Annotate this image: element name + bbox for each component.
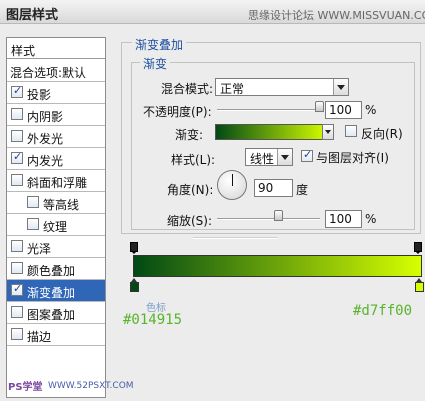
style-item[interactable]: 外发光 [7,126,105,148]
style-item-label: 描边 [27,330,52,344]
gradient-overlay-title: 渐变叠加 [132,36,187,53]
chevron-down-icon [277,149,292,165]
scale-input[interactable]: 100 [325,210,362,228]
style-item-checkbox[interactable] [11,108,23,120]
style-item-checkbox[interactable] [11,306,23,318]
reverse-label: 反向(R) [361,127,403,141]
angle-label: 角度(N): [167,183,214,197]
blend-mode-label: 混合模式: [161,82,214,96]
style-item-label: 图案叠加 [27,308,76,322]
blend-mode-select[interactable]: 正常 [215,78,349,96]
styles-panel: 样式 混合选项:默认 ✓ 投影内阴影外发光 ✓ 内发光斜面和浮雕等高线纹理光泽颜色叠加 ✓… [6,37,106,398]
style-item-label: 投影 [27,88,52,102]
style-item-label: 等高线 [43,198,80,212]
blend-mode-value: 正常 [220,82,245,96]
scale-slider-track[interactable] [217,218,320,220]
style-select[interactable]: 线性 [245,148,293,166]
style-item-label: 光泽 [27,242,52,256]
opacity-label: 不透明度(P): [143,105,212,119]
style-item-label: 内阴影 [27,110,64,124]
gradient-label: 渐变: [175,128,204,142]
style-item[interactable]: 混合选项:默认 [7,60,105,82]
style-item-label: 斜面和浮雕 [27,176,88,190]
gradient-editor-bar[interactable] [133,255,422,277]
style-item[interactable]: ✓ 投影 [7,82,105,104]
gradient-picker[interactable] [215,124,329,140]
scale-unit: % [365,212,377,226]
angle-dial[interactable] [217,170,247,200]
site-badge: PS学堂 [8,382,43,393]
chevron-down-icon [333,79,348,95]
color-stop-left[interactable] [130,278,139,292]
align-with-layer-checkbox[interactable]: ✓ [301,148,313,162]
style-item-checkbox[interactable]: ✓ [11,282,23,296]
reverse-checkbox[interactable] [345,125,357,137]
gradient-dropdown-icon[interactable] [322,124,334,140]
color-stop-right[interactable] [415,278,424,292]
style-item-label: 纹理 [43,220,68,234]
style-item[interactable]: 纹理 [7,214,105,236]
opacity-stop-right[interactable] [414,242,422,254]
checkmark-icon: ✓ [13,282,23,295]
style-item[interactable]: 描边 [7,324,105,346]
checkmark-icon: ✓ [13,84,23,97]
scale-label: 缩放(S): [167,214,213,228]
style-item[interactable]: 内阴影 [7,104,105,126]
style-item[interactable]: ✓ 渐变叠加 [7,280,105,302]
watermark-text: 思缘设计论坛 WWW.MISSVUAN.COM [248,9,425,22]
style-item-label: 混合选项:默认 [10,66,87,80]
angle-unit: 度 [296,183,309,197]
angle-input[interactable]: 90 [254,179,293,197]
opacity-stop-left[interactable] [130,242,138,254]
style-item-label: 外发光 [27,132,64,146]
style-value: 线性 [250,152,275,166]
style-item-checkbox[interactable] [11,328,23,340]
checkmark-icon: ✓ [303,148,313,161]
window-title: 图层样式 [6,8,59,23]
opacity-input[interactable]: 100 [325,101,362,119]
style-item-checkbox[interactable] [11,174,23,186]
style-item[interactable]: 光泽 [7,236,105,258]
style-item-checkbox[interactable] [11,240,23,252]
opacity-slider-track[interactable] [217,109,320,111]
title-bar: 图层样式 思缘设计论坛 WWW.MISSVUAN.COM [0,0,425,24]
opacity-slider-thumb[interactable] [315,101,324,112]
site-url: WWW.52PSXT.COM [48,381,134,391]
style-item[interactable]: 等高线 [7,192,105,214]
style-item[interactable]: 斜面和浮雕 [7,170,105,192]
style-item-label: 颜色叠加 [27,264,76,278]
align-with-layer-label: 与图层对齐(I) [316,151,389,165]
style-item-label: 渐变叠加 [27,286,76,300]
gradient-group-title: 渐变 [140,55,171,72]
style-item-checkbox[interactable]: ✓ [11,150,23,164]
style-item[interactable]: 颜色叠加 [7,258,105,280]
style-item-checkbox[interactable] [27,196,39,208]
right-color-hex: #d7ff00 [353,303,413,319]
style-item[interactable]: 图案叠加 [7,302,105,324]
left-color-hex: #014915 [123,312,183,328]
style-item-label: 内发光 [27,154,64,168]
divider [193,237,278,239]
style-label: 样式(L): [171,153,216,167]
style-item-checkbox[interactable] [11,262,23,274]
angle-dial-needle [232,174,233,186]
checkmark-icon: ✓ [13,150,23,163]
style-item[interactable]: ✓ 内发光 [7,148,105,170]
scale-slider-thumb[interactable] [273,210,283,221]
styles-panel-header: 样式 [7,38,105,59]
opacity-unit: % [365,103,377,117]
style-item-checkbox[interactable] [11,130,23,142]
style-item-checkbox[interactable]: ✓ [11,84,23,98]
style-item-checkbox[interactable] [27,218,39,230]
